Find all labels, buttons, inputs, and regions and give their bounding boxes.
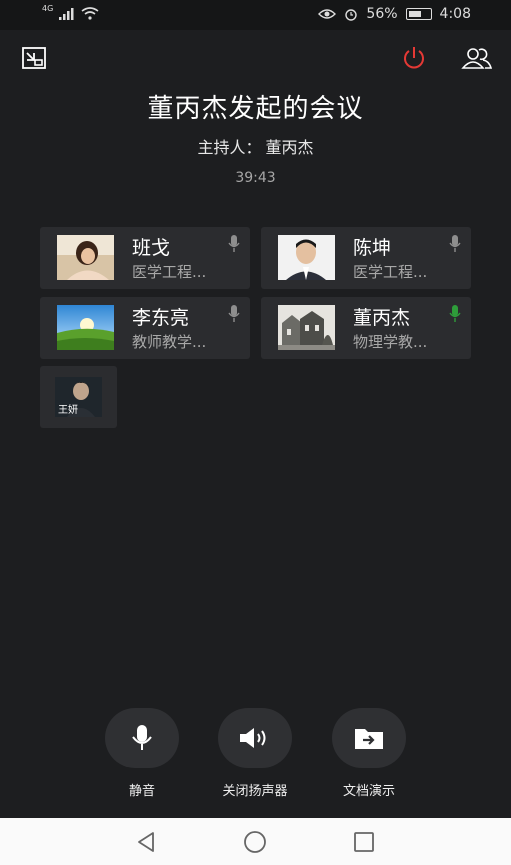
meeting-title: 董丙杰发起的会议 xyxy=(147,94,364,124)
participant-dept: 教师教学... xyxy=(132,333,207,351)
system-navigation-bar xyxy=(0,818,511,865)
participant-card[interactable]: 班戈 医学工程... xyxy=(40,227,250,289)
participant-card[interactable]: 李东亮 教师教学... xyxy=(40,297,250,359)
participant-dept: 医学工程... xyxy=(353,263,428,281)
minimize-window-icon xyxy=(22,47,46,69)
speaker-icon xyxy=(240,728,266,748)
participant-dept: 物理学教... xyxy=(353,333,428,351)
participant-card-compact[interactable]: 王妍 xyxy=(40,366,117,428)
minimize-window-button[interactable] xyxy=(20,44,48,72)
back-icon xyxy=(138,832,154,852)
home-icon xyxy=(244,831,266,853)
participants-button[interactable] xyxy=(461,44,493,72)
meeting-host: 主持人： 董丙杰 xyxy=(0,134,511,158)
status-bar: 4G 56% 4:08 xyxy=(0,0,511,30)
speaker-off-label: 关闭扬声器 xyxy=(222,784,288,799)
avatar xyxy=(278,305,335,350)
participant-name: 董丙杰 xyxy=(353,307,411,329)
participant-card[interactable]: 陈坤 医学工程... xyxy=(261,227,471,289)
clock: 4:08 xyxy=(439,6,471,22)
signal-icon xyxy=(59,7,74,20)
host-label: 主持人： xyxy=(197,138,262,157)
network-type: 4G xyxy=(42,4,54,13)
participant-name: 陈坤 xyxy=(353,237,392,259)
participant-dept: 医学工程... xyxy=(132,263,207,281)
mic-icon xyxy=(449,235,461,252)
microphone-icon xyxy=(132,725,152,750)
participant-card[interactable]: 董丙杰 物理学教... xyxy=(261,297,471,359)
meeting-timer: 39:43 xyxy=(235,170,276,186)
mic-icon xyxy=(228,305,240,322)
back-button[interactable] xyxy=(134,830,158,854)
avatar xyxy=(278,235,335,280)
alarm-icon xyxy=(345,9,358,21)
battery-icon xyxy=(405,8,432,20)
document-share-button[interactable] xyxy=(332,708,406,768)
avatar xyxy=(57,305,114,350)
home-button[interactable] xyxy=(243,830,267,854)
power-icon xyxy=(404,47,424,69)
participant-name: 李东亮 xyxy=(132,307,190,329)
mic-active-icon xyxy=(449,305,461,322)
mic-icon xyxy=(228,235,240,252)
mute-label: 静音 xyxy=(128,784,155,799)
battery-percent: 56% xyxy=(366,6,398,22)
participant-name: 王妍 xyxy=(58,405,78,416)
recent-apps-button[interactable] xyxy=(352,830,376,854)
participant-name: 班戈 xyxy=(132,237,171,259)
host-name: 董丙杰 xyxy=(265,138,314,157)
users-icon xyxy=(461,48,493,69)
avatar xyxy=(57,235,114,280)
document-share-label: 文档演示 xyxy=(342,784,395,799)
recent-apps-icon xyxy=(354,832,374,852)
speaker-off-button[interactable] xyxy=(218,708,292,768)
wifi-icon xyxy=(81,7,99,20)
folder-share-icon xyxy=(355,729,383,749)
end-meeting-button[interactable] xyxy=(400,44,428,72)
eye-icon xyxy=(318,9,337,19)
mute-button[interactable] xyxy=(105,708,179,768)
